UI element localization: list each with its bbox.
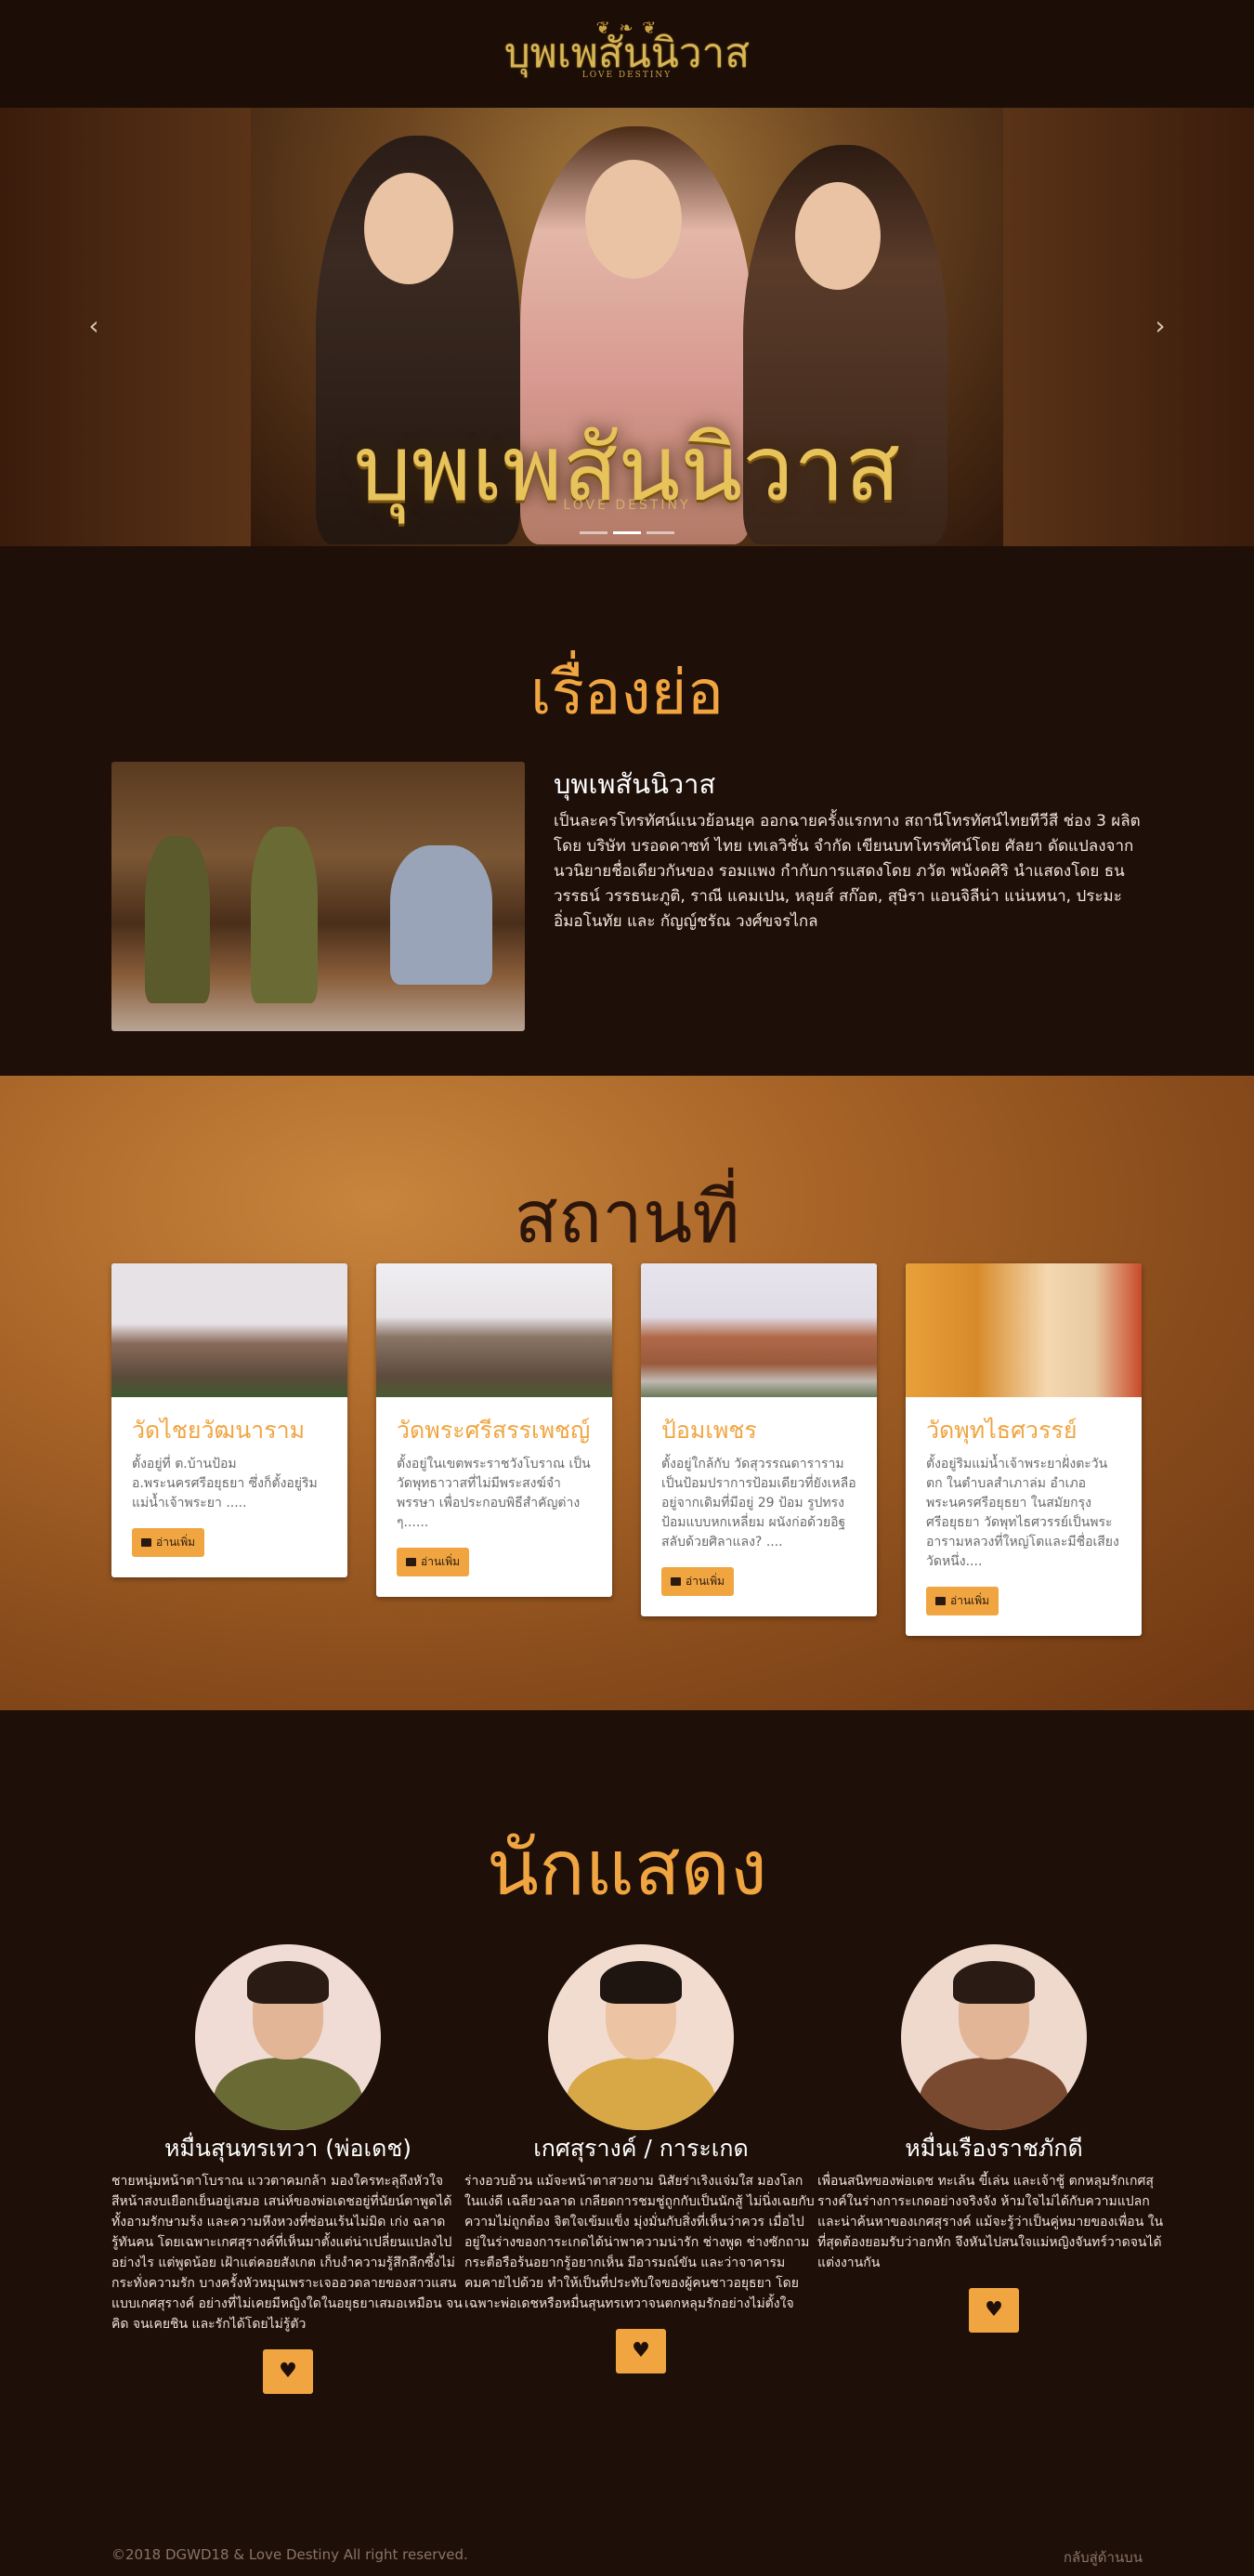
avatar [195, 1944, 381, 2130]
synopsis-title: เรื่องย่อ [529, 657, 725, 728]
hero-actress-face [585, 160, 682, 279]
synopsis-image [111, 762, 525, 1031]
synopsis-image-person-3 [390, 845, 492, 985]
hero-carousel: บุพเพสันนิวาส LOVE DESTINY ‹ › [0, 108, 1254, 546]
synopsis-text: เป็นละครโทรทัศน์แนวย้อนยุค ออกฉายครั้งแร… [554, 812, 1141, 931]
place-title: วัดไชยวัฒนาราม [132, 1417, 306, 1444]
hero-title: บุพเพสันนิวาส [353, 416, 901, 522]
read-more-button[interactable]: อ่านเพิ่ม [661, 1567, 735, 1596]
actor-name: หมื่นสุนทรเทวา (พ่อเดช) [163, 2135, 412, 2162]
avatar-hair [247, 1961, 329, 2004]
read-more-label: อ่านเพิ่ม [421, 1555, 461, 1568]
logo-subtitle: LOVE DESTINY [581, 71, 673, 80]
place-image [111, 1263, 347, 1397]
carousel-indicators [0, 520, 1254, 538]
logo-text: บุพเพสันนิวาส [503, 30, 751, 77]
hero-actor-left-face [364, 173, 453, 284]
place-card: ป้อมเพชร ตั้งอยู่ใกล้กับ วัดสุวรรณดารารา… [641, 1263, 877, 1616]
site-footer: ©2018 DGWD18 & Love Destiny All right re… [0, 2444, 1254, 2576]
like-button[interactable]: ♥ [616, 2329, 666, 2373]
heart-icon: ♥ [632, 2339, 650, 2362]
hero-subtitle: LOVE DESTINY [563, 498, 691, 513]
copyright-text: ©2018 DGWD18 & Love Destiny All right re… [111, 2546, 468, 2563]
place-image [376, 1263, 612, 1397]
hero-actor-right-face [795, 182, 881, 290]
site-header: ❦ ❧ ❦ บุพเพสันนิวาส LOVE DESTINY [0, 0, 1254, 108]
book-icon [141, 1538, 151, 1547]
place-card: วัดพระศรีสรรเพชญ์ ตั้งอยู่ในเขตพระราชวัง… [376, 1263, 612, 1597]
heart-icon: ♥ [279, 2360, 297, 2383]
place-description: ตั้งอยู่ที่ ต.บ้านป้อม อ.พระนครศรีอยุธยา… [132, 1457, 318, 1510]
synopsis-section: เรื่องย่อ บุพเพสันนิวาส เป็นละครโทรทัศน์… [0, 546, 1254, 1076]
avatar-costume [920, 2058, 1068, 2130]
cast-section: นักแสดง หมื่นสุนทรเทวา (พ่อเดช) ชายหนุ่ม… [0, 1710, 1254, 2444]
heart-icon: ♥ [985, 2298, 1003, 2321]
actor-name: เกศสุรางค์ / การะเกด [533, 2135, 749, 2162]
place-image [906, 1263, 1142, 1397]
place-card: วัดไชยวัฒนาราม ตั้งอยู่ที่ ต.บ้านป้อม อ.… [111, 1263, 347, 1577]
book-icon [935, 1597, 946, 1605]
places-section: สถานที่ วัดไชยวัฒนาราม ตั้งอยู่ที่ ต.บ้า… [0, 1076, 1254, 1710]
cast-title: นักแสดง [487, 1824, 767, 1913]
like-button[interactable]: ♥ [263, 2349, 313, 2394]
carousel-prev-icon[interactable]: ‹ [80, 310, 108, 347]
actor-card: หมื่นเรืองราชภักดี เพื่อนสนิทของพ่อเดช ท… [817, 1944, 1170, 2333]
actor-description: ร่างอวบอ้วน แม้จะหน้าตาสวยงาม นิสัยร่าเร… [464, 2174, 815, 2311]
avatar-costume [214, 2058, 362, 2130]
place-image [641, 1263, 877, 1397]
actor-card: หมื่นสุนทรเทวา (พ่อเดช) ชายหนุ่มหน้าตาโบ… [111, 1944, 464, 2394]
actor-name: หมื่นเรืองราชภักดี [905, 2135, 1083, 2162]
place-card: วัดพุทไธศวรรย์ ตั้งอยู่ริมแม่น้ำเจ้าพระย… [906, 1263, 1142, 1636]
back-to-top-link[interactable]: กลับสู่ด้านบน [1064, 2546, 1143, 2569]
read-more-label: อ่านเพิ่ม [156, 1536, 196, 1549]
synopsis-image-person-2 [251, 827, 318, 1003]
avatar [901, 1944, 1087, 2130]
place-description: ตั้งอยู่ใกล้กับ วัดสุวรรณดาราราม เป็นป้อ… [661, 1457, 856, 1550]
read-more-label: อ่านเพิ่ม [686, 1575, 725, 1588]
avatar-costume [567, 2058, 715, 2130]
synopsis-heading: บุพเพสันนิวาส [554, 768, 716, 800]
read-more-label: อ่านเพิ่ม [950, 1594, 990, 1607]
carousel-indicator-2[interactable] [613, 531, 641, 534]
synopsis-image-person-1 [145, 836, 210, 1003]
place-title: ป้อมเพชร [661, 1417, 757, 1444]
carousel-indicator-1[interactable] [580, 531, 607, 534]
site-logo[interactable]: ❦ ❧ ❦ บุพเพสันนิวาส LOVE DESTINY [0, 20, 1254, 81]
book-icon [406, 1558, 416, 1566]
book-icon [671, 1577, 681, 1586]
place-title: วัดพระศรีสรรเพชญ์ [397, 1417, 591, 1444]
actor-description: ชายหนุ่มหน้าตาโบราณ แววตาคมกล้า มองใครทะ… [111, 2174, 463, 2332]
actor-description: เพื่อนสนิทของพ่อเดช ทะเล้น ขี้เล่น และเจ… [817, 2174, 1164, 2270]
read-more-button[interactable]: อ่านเพิ่ม [926, 1587, 999, 1615]
avatar [548, 1944, 734, 2130]
places-title: สถานที่ [514, 1176, 740, 1260]
place-description: ตั้งอยู่ในเขตพระราชวังโบราณ เป็นวัดพุทธา… [397, 1457, 591, 1530]
avatar-hair [953, 1961, 1035, 2004]
avatar-hair [600, 1961, 682, 2004]
actor-card: เกศสุรางค์ / การะเกด ร่างอวบอ้วน แม้จะหน… [464, 1944, 817, 2373]
read-more-button[interactable]: อ่านเพิ่ม [397, 1548, 470, 1576]
place-description: ตั้งอยู่ริมแม่น้ำเจ้าพระยาฝั่งตะวันตก ใน… [926, 1457, 1119, 1569]
read-more-button[interactable]: อ่านเพิ่ม [132, 1528, 205, 1557]
place-title: วัดพุทไธศวรรย์ [926, 1417, 1078, 1444]
like-button[interactable]: ♥ [969, 2288, 1019, 2333]
carousel-next-icon[interactable]: › [1146, 310, 1174, 347]
carousel-indicator-3[interactable] [647, 531, 674, 534]
